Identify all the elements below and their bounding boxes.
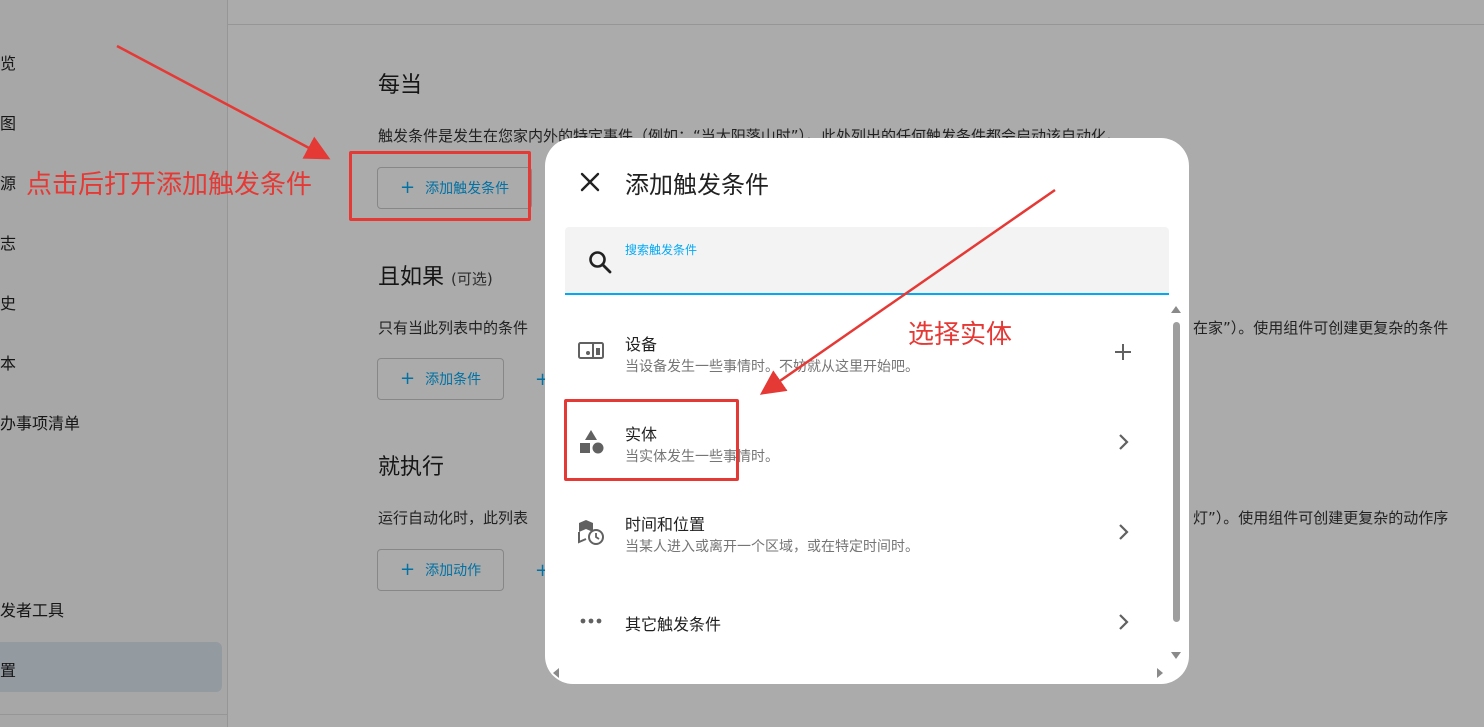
annotation-arrow-to-entity — [759, 188, 1056, 395]
annotation-arrows — [116, 44, 1056, 395]
annotation-arrow-to-add-trigger — [116, 44, 331, 160]
